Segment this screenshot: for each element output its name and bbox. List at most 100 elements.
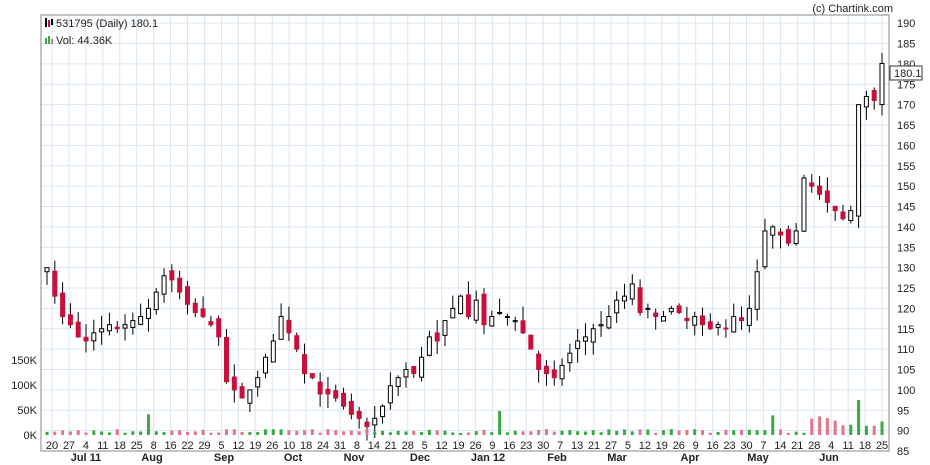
candle-body <box>419 356 425 378</box>
candle-body <box>106 324 112 332</box>
candle-body <box>99 328 105 333</box>
candle-body <box>278 316 284 340</box>
month-label: Apr <box>681 452 701 464</box>
volume-bar <box>76 430 80 435</box>
volume-bar <box>693 429 697 435</box>
date-tick-label: 14 <box>774 440 786 452</box>
candle-body <box>871 89 877 102</box>
candle-body <box>395 377 401 387</box>
volume-bar <box>279 429 283 435</box>
volume-bar <box>568 430 572 435</box>
volume-bar <box>193 431 197 435</box>
candle-body <box>809 182 815 187</box>
month-label: Aug <box>141 452 162 464</box>
candle-body <box>364 421 370 428</box>
price-tick-label: 120 <box>897 303 915 315</box>
volume-bar <box>763 430 767 435</box>
date-tick-label: 19 <box>452 440 464 452</box>
volume-bar <box>802 432 806 435</box>
candle-body <box>536 353 542 371</box>
price-tick-label: 175 <box>897 79 915 91</box>
volume-bar <box>474 431 478 435</box>
candle-body <box>575 340 581 350</box>
volume-bar <box>139 431 143 435</box>
date-tick-label: 19 <box>249 440 261 452</box>
volume-bar <box>373 432 377 435</box>
candle-body <box>645 307 651 310</box>
candle-body <box>543 365 549 375</box>
candle-body <box>598 324 604 327</box>
volume-bar <box>716 431 720 435</box>
candle-body <box>707 321 713 330</box>
volume-bar <box>560 430 564 435</box>
candle-body <box>309 373 315 379</box>
candle-body <box>512 320 518 323</box>
volume-bar <box>264 429 268 435</box>
volume-bar <box>482 429 486 435</box>
candle-body <box>294 335 300 350</box>
month-label: Jun <box>819 452 839 464</box>
volume-bar <box>100 431 104 435</box>
date-tick-label: 7 <box>760 440 766 452</box>
date-tick-label: 12 <box>232 440 244 452</box>
volume-bar <box>544 429 548 435</box>
candle-body <box>380 405 386 418</box>
volume-bar <box>146 414 150 435</box>
candle-body <box>138 316 144 325</box>
volume-bar <box>420 432 424 435</box>
volume-bar <box>53 431 57 435</box>
volume-bar <box>810 418 814 435</box>
credit-text: (c) Chartink.com <box>812 3 893 15</box>
date-tick-label: 31 <box>334 440 346 452</box>
date-tick-label: 20 <box>46 440 58 452</box>
price-tick-label: 165 <box>897 120 915 132</box>
volume-bar <box>622 429 626 435</box>
candle-body <box>458 295 464 315</box>
candle-body <box>465 294 471 318</box>
candle-body <box>731 316 737 333</box>
candle-body <box>653 312 659 318</box>
volume-bar <box>576 431 580 435</box>
candle-body <box>606 316 612 329</box>
volume-label: Vol: 44.36K <box>56 35 113 47</box>
candle-body <box>551 369 557 379</box>
candle-body <box>208 321 214 326</box>
volume-bar <box>240 432 244 435</box>
candle-body <box>793 230 799 245</box>
date-tick-label: 26 <box>469 440 481 452</box>
candle-body <box>83 336 89 342</box>
volume-bar <box>661 430 665 435</box>
volume-bar <box>825 417 829 435</box>
candle-body <box>60 292 66 318</box>
volume-bar <box>615 430 619 435</box>
candle-body <box>192 302 198 313</box>
date-tick-label: 7 <box>557 440 563 452</box>
candle-body <box>44 267 50 273</box>
volume-bar <box>521 431 525 435</box>
volume-bar <box>841 425 845 435</box>
candle-body <box>801 177 807 232</box>
candle-body <box>247 389 253 404</box>
month-label: Sep <box>214 452 234 464</box>
volume-bar <box>498 410 502 435</box>
volume-bar <box>232 429 236 435</box>
date-tick-label: 18 <box>859 440 871 452</box>
price-tick-label: 105 <box>897 365 915 377</box>
candle-body <box>684 317 690 322</box>
candle-body <box>863 95 869 108</box>
candle-body <box>629 283 635 300</box>
volume-bar <box>303 430 307 435</box>
candle-body <box>372 417 378 426</box>
candle-body <box>442 320 448 336</box>
candle-body <box>67 314 73 326</box>
price-tick-label: 160 <box>897 140 915 152</box>
volume-bar <box>747 429 751 435</box>
price-tick-label: 130 <box>897 263 915 275</box>
date-tick-label: 23 <box>520 440 532 452</box>
volume-bar <box>630 431 634 435</box>
date-tick-label: 27 <box>63 440 75 452</box>
volume-bar <box>170 430 174 435</box>
date-tick-label: 16 <box>164 440 176 452</box>
date-tick-label: 4 <box>828 440 834 452</box>
volume-bar <box>248 432 252 435</box>
